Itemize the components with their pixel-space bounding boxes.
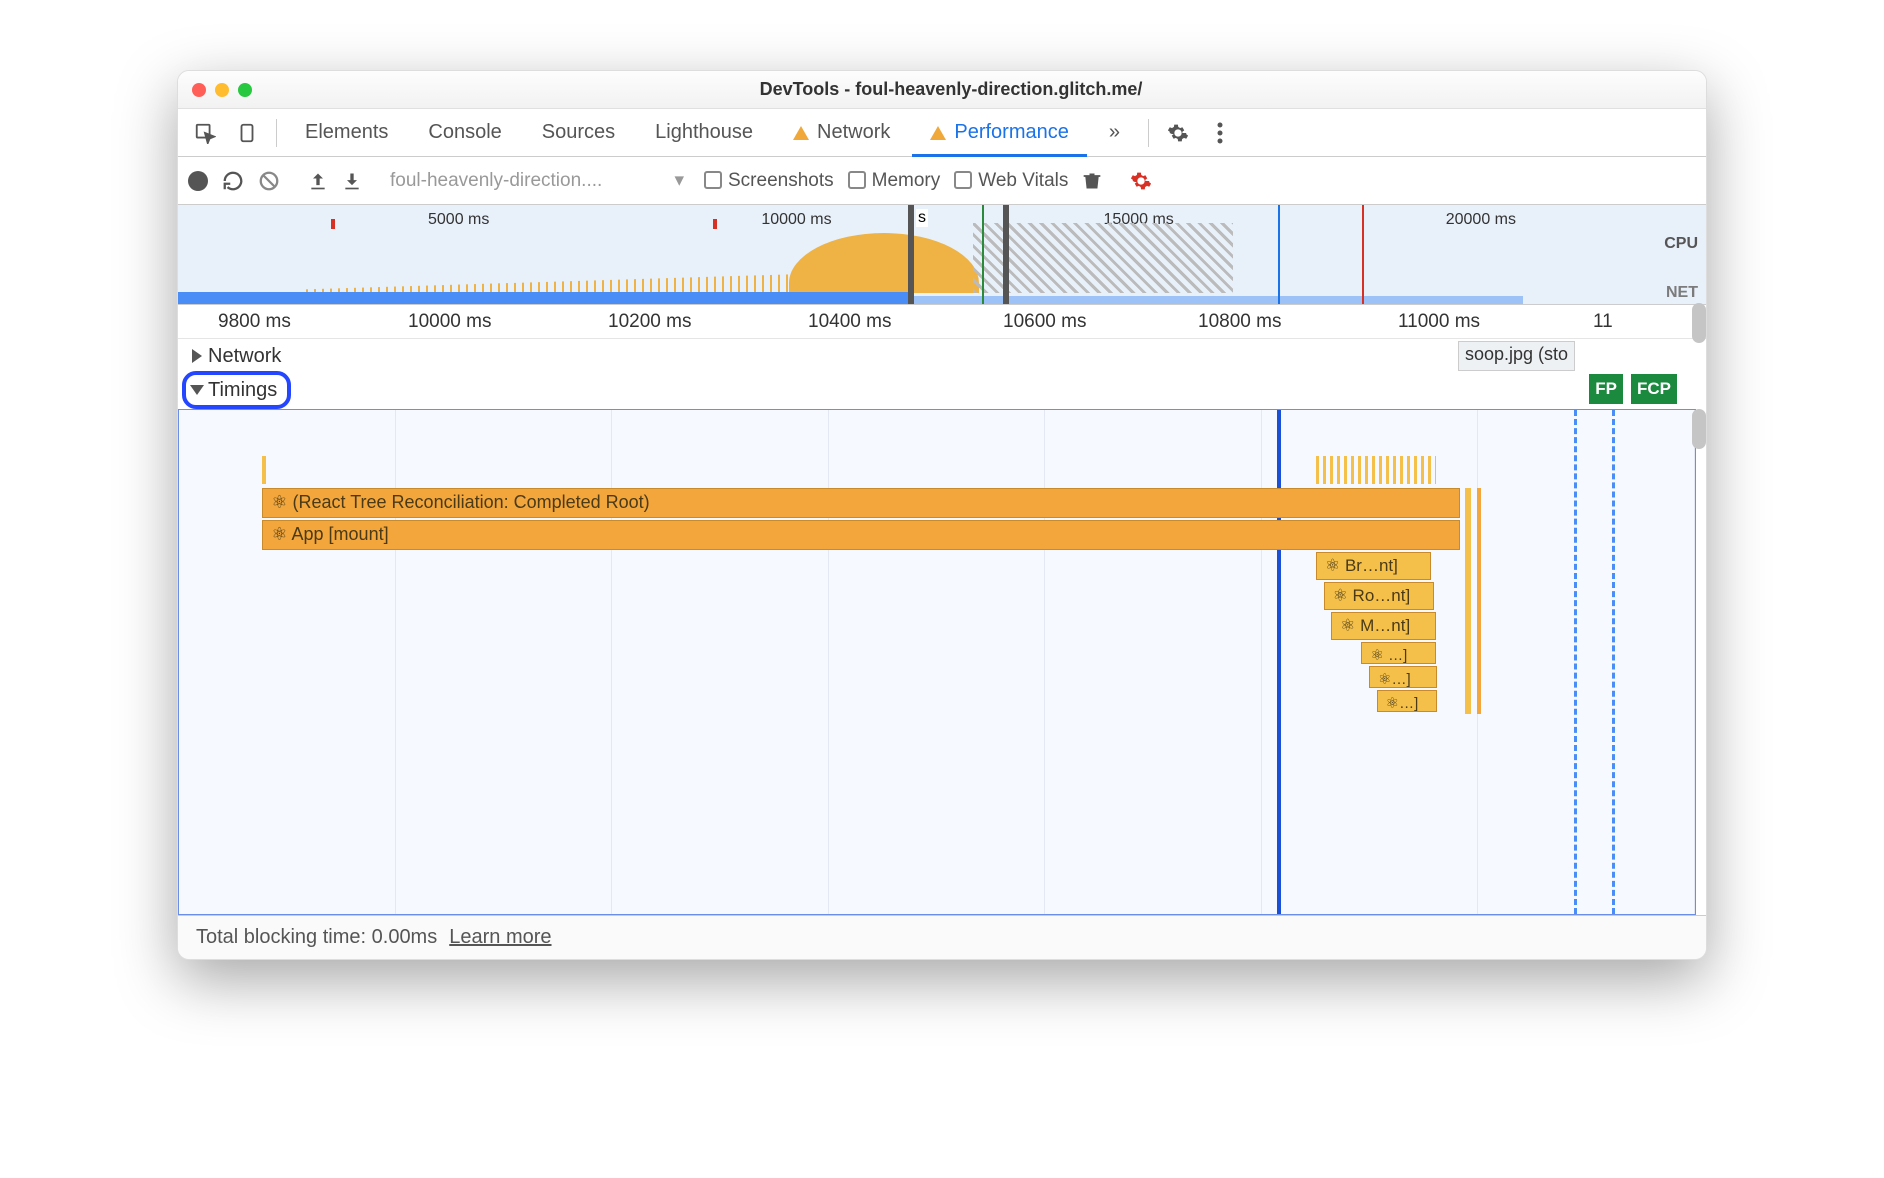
timing-bar-ro[interactable]: ⚛ Ro…nt] bbox=[1324, 582, 1434, 610]
tab-network[interactable]: Network bbox=[775, 109, 908, 156]
timing-bar-br[interactable]: ⚛ Br…nt] bbox=[1316, 552, 1431, 580]
timing-bar-m[interactable]: ⚛ M…nt] bbox=[1331, 612, 1436, 640]
memory-checkbox[interactable]: Memory bbox=[848, 170, 941, 192]
tab-console[interactable]: Console bbox=[410, 109, 519, 156]
close-icon[interactable] bbox=[192, 83, 206, 97]
timing-bar-nested[interactable]: ⚛ …] bbox=[1361, 642, 1436, 664]
tab-lighthouse[interactable]: Lighthouse bbox=[637, 109, 771, 156]
timings-track-header[interactable]: Timings bbox=[178, 373, 1706, 407]
timeline-overview[interactable]: 5000 ms 10000 ms 15000 ms 20000 ms s CPU… bbox=[178, 205, 1706, 305]
disclosure-triangle-icon bbox=[190, 385, 204, 395]
playhead[interactable] bbox=[1277, 410, 1281, 914]
tbt-label: Total blocking time: 0.00ms bbox=[196, 926, 437, 949]
record-button[interactable] bbox=[188, 171, 208, 191]
reload-button[interactable] bbox=[222, 170, 244, 192]
cpu-label: CPU bbox=[1664, 235, 1698, 253]
settings-icon[interactable] bbox=[1159, 114, 1197, 152]
devtools-window: DevTools - foul-heavenly-direction.glitc… bbox=[177, 70, 1707, 960]
timings-track-body[interactable]: FP FCP ⚛ (React Tree Reconciliation: Com… bbox=[178, 409, 1696, 915]
timing-bar-reconciliation[interactable]: ⚛ (React Tree Reconciliation: Completed … bbox=[262, 488, 1460, 518]
net-label: NET bbox=[1666, 284, 1698, 302]
trash-icon[interactable] bbox=[1082, 170, 1102, 192]
titlebar: DevTools - foul-heavenly-direction.glitc… bbox=[178, 71, 1706, 109]
screenshots-checkbox[interactable]: Screenshots bbox=[704, 170, 834, 192]
timing-bar-nested[interactable]: ⚛…] bbox=[1377, 690, 1437, 712]
warning-icon bbox=[793, 126, 809, 140]
learn-more-link[interactable]: Learn more bbox=[449, 926, 551, 949]
timing-bar-nested[interactable]: ⚛…] bbox=[1369, 666, 1437, 688]
inspect-icon[interactable] bbox=[186, 114, 224, 152]
panel-tabs: Elements Console Sources Lighthouse Netw… bbox=[178, 109, 1706, 157]
tab-performance[interactable]: Performance bbox=[912, 109, 1087, 156]
more-tabs[interactable]: » bbox=[1091, 109, 1138, 156]
performance-toolbar: foul-heavenly-direction....▾ Screenshots… bbox=[178, 157, 1706, 205]
disclosure-triangle-icon bbox=[192, 349, 202, 363]
warning-icon bbox=[930, 126, 946, 140]
minimize-icon[interactable] bbox=[215, 83, 229, 97]
timing-bar-app-mount[interactable]: ⚛ App [mount] bbox=[262, 520, 1460, 550]
download-button[interactable] bbox=[342, 171, 362, 191]
time-ruler[interactable]: 9800 ms 10000 ms 10200 ms 10400 ms 10600… bbox=[178, 305, 1706, 339]
scrollbar-thumb[interactable] bbox=[1692, 409, 1706, 449]
traffic-lights bbox=[192, 83, 252, 97]
window-title: DevTools - foul-heavenly-direction.glitc… bbox=[270, 79, 1692, 100]
summary-footer: Total blocking time: 0.00ms Learn more bbox=[178, 915, 1706, 959]
maximize-icon[interactable] bbox=[238, 83, 252, 97]
device-toggle-icon[interactable] bbox=[228, 114, 266, 152]
capture-settings-icon[interactable] bbox=[1130, 170, 1152, 192]
flame-chart-area[interactable]: Network soop.jpg (sto Timings FP FCP ⚛ (… bbox=[178, 339, 1706, 915]
upload-button[interactable] bbox=[308, 171, 328, 191]
webvitals-checkbox[interactable]: Web Vitals bbox=[954, 170, 1068, 192]
scrollbar-thumb[interactable] bbox=[1692, 303, 1706, 343]
tab-sources[interactable]: Sources bbox=[524, 109, 633, 156]
clear-button[interactable] bbox=[258, 170, 280, 192]
fp-marker[interactable]: FP bbox=[1589, 374, 1623, 404]
fcp-marker[interactable]: FCP bbox=[1631, 374, 1677, 404]
tab-elements[interactable]: Elements bbox=[287, 109, 406, 156]
network-resource-bar[interactable]: soop.jpg (sto bbox=[1458, 341, 1575, 371]
profile-dropdown[interactable]: foul-heavenly-direction....▾ bbox=[390, 169, 690, 192]
kebab-icon[interactable] bbox=[1201, 114, 1239, 152]
